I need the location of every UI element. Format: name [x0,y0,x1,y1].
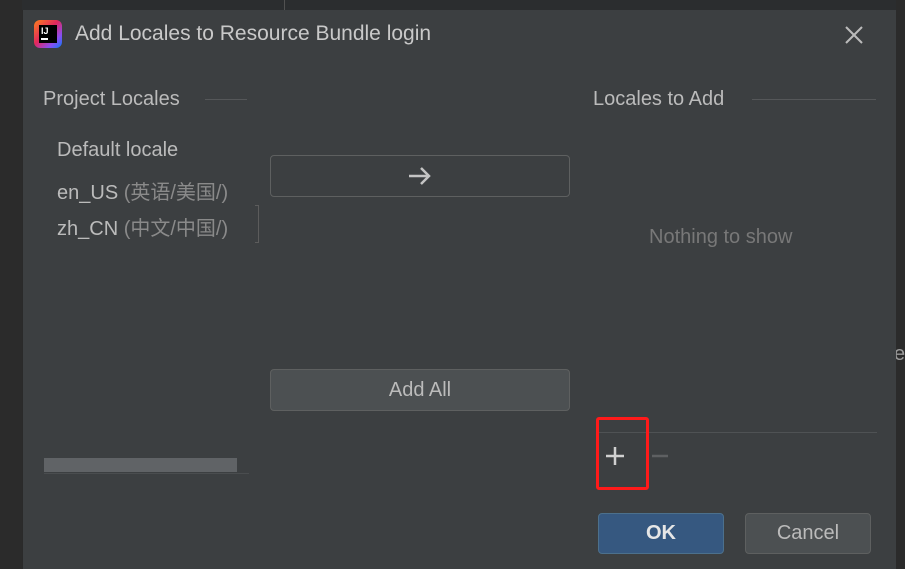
background-strip [0,0,22,569]
move-locale-button[interactable] [270,155,570,197]
ok-button[interactable]: OK [598,513,724,554]
dialog-title: Add Locales to Resource Bundle login [75,22,432,45]
locale-code: zh_CN [57,218,119,240]
arrow-right-icon [409,167,431,185]
dialog-title-bar: IJ Add Locales to Resource Bundle login [23,10,896,62]
locales-to-add-header: Locales to Add [593,88,725,110]
project-locales-header: Project Locales [43,88,180,110]
highlight-annotation [596,417,649,490]
minus-icon [652,454,668,458]
close-icon [845,26,863,44]
list-selection-bracket [255,205,259,243]
locale-item-en-us[interactable]: en_US (英语/美国/) [57,176,228,205]
section-separator [752,99,876,100]
section-separator [205,99,247,100]
empty-list-text: Nothing to show [649,226,793,248]
locale-code: Default locale [57,139,179,161]
cancel-button[interactable]: Cancel [745,513,871,554]
locale-native-name: (中文/中国/) [123,218,229,240]
add-all-button[interactable]: Add All [270,369,570,411]
locale-item-zh-cn[interactable]: zh_CN (中文/中国/) [57,212,228,241]
locale-native-name: (英语/美国/) [123,182,229,204]
remove-locale-button[interactable] [649,442,671,470]
list-bottom-border [44,473,249,474]
background-strip [896,0,905,569]
add-locales-dialog: IJ Add Locales to Resource Bundle login … [22,10,896,569]
close-button[interactable] [841,22,867,48]
horizontal-scrollbar[interactable] [44,458,237,472]
intellij-idea-icon: IJ [34,20,62,48]
locale-code: en_US [57,182,119,204]
locale-item-default[interactable]: Default locale [57,139,178,162]
